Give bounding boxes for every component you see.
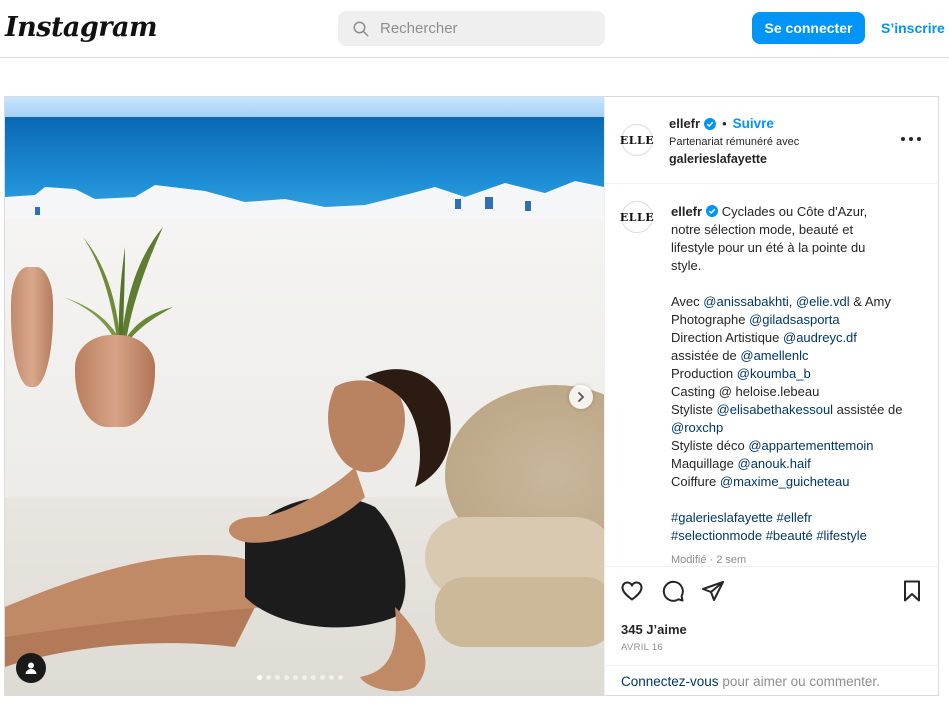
chevron-right-icon	[578, 392, 585, 402]
caption-line: style.	[671, 258, 702, 273]
signup-link[interactable]: S’inscrire	[881, 20, 945, 36]
caption-text-part: Avec	[671, 294, 704, 309]
verified-badge-icon	[704, 117, 717, 130]
caption-text-part: & Amy	[849, 294, 891, 309]
carousel-dot	[302, 675, 307, 680]
user-tag-icon	[25, 662, 37, 674]
caption-text-part: Styliste déco	[671, 438, 749, 453]
carousel-dot	[275, 675, 280, 680]
caption-text-part: assistée de	[833, 402, 903, 417]
login-button[interactable]: Se connecter	[752, 12, 865, 44]
next-image-button[interactable]	[569, 385, 593, 409]
share-button[interactable]	[700, 579, 726, 605]
post-header: ELLE ellefr • Suivre Partenariat rémunér…	[605, 97, 939, 184]
carousel-dot	[338, 675, 343, 680]
carousel-dot	[284, 675, 289, 680]
like-button[interactable]	[619, 579, 645, 605]
caption-text-part: Direction Artistique	[671, 330, 783, 345]
avatar[interactable]: ELLE	[620, 201, 654, 233]
search-icon	[353, 21, 369, 36]
top-navigation: Instagram Se connecter S’inscrire	[0, 0, 949, 58]
likes-count[interactable]: 345 J’aime	[621, 622, 687, 637]
caption-text-part: Styliste	[671, 402, 717, 417]
carousel-dot	[320, 675, 325, 680]
caption-text-part: Coiffure	[671, 474, 720, 489]
instagram-logo[interactable]: Instagram	[5, 12, 158, 43]
mention-link[interactable]: @roxchp	[671, 420, 723, 435]
image-village	[5, 181, 604, 222]
caption-line: Cyclades ou Côte d'Azur,	[718, 204, 868, 219]
hashtag-link[interactable]: #beauté	[766, 528, 813, 543]
modified-timestamp: Modifié · 2 sem	[671, 554, 747, 565]
mention-link[interactable]: @elisabethakessoul	[717, 402, 834, 417]
comment-icon	[662, 580, 684, 602]
hashtag-link[interactable]: #selectionmode	[671, 528, 762, 543]
carousel-dot	[293, 675, 298, 680]
verified-badge-icon	[706, 205, 719, 217]
image-model	[5, 369, 451, 692]
post-side-panel: ELLE ellefr • Suivre Partenariat rémunér…	[604, 97, 939, 695]
carousel-dot	[266, 675, 271, 680]
caption-username[interactable]: ellefr	[671, 204, 702, 219]
post-date: AVRIL 16	[621, 642, 664, 653]
search-box[interactable]	[338, 11, 605, 46]
post-actions	[605, 566, 939, 616]
caption-text-part: Maquillage	[671, 456, 738, 471]
author-username[interactable]: ellefr	[669, 116, 700, 131]
partner-username[interactable]: galerieslafayette	[669, 152, 767, 166]
caption-text: ellefr Cyclades ou Côte d'Azur, notre sé…	[671, 203, 926, 565]
carousel-indicator	[257, 675, 343, 680]
user-tags-button[interactable]	[16, 653, 46, 683]
mention-link[interactable]: @elie.vdl	[796, 294, 850, 309]
comment-button[interactable]	[660, 579, 686, 605]
mention-link[interactable]: @audreyc.df	[783, 330, 857, 345]
caption-text-part: Photographe	[671, 312, 750, 327]
post-image[interactable]	[5, 97, 604, 695]
caption-text-part: ,	[788, 294, 796, 309]
author-line: ellefr • Suivre	[669, 116, 774, 131]
carousel-dot	[311, 675, 316, 680]
caption-line: lifestyle pour un été à la pointe du	[671, 240, 866, 255]
hashtag-link[interactable]: #lifestyle	[816, 528, 867, 543]
save-button[interactable]	[899, 579, 925, 605]
follow-button[interactable]: Suivre	[733, 116, 774, 131]
mention-link[interactable]: @amellenlc	[740, 348, 808, 363]
share-icon	[702, 581, 724, 601]
comment-prompt: Connectez-vous pour aimer ou commenter.	[605, 665, 939, 695]
bookmark-icon	[904, 580, 920, 602]
mention-link[interactable]: @koumba_b	[737, 366, 811, 381]
more-options-icon[interactable]	[901, 131, 921, 147]
mention-link[interactable]: @anissabakhti	[703, 294, 788, 309]
mention-link[interactable]: @maxime_guicheteau	[720, 474, 850, 489]
hashtag-link[interactable]: #galerieslafayette	[671, 510, 773, 525]
heart-icon	[621, 581, 643, 601]
caption-text-part: Production	[671, 366, 737, 381]
caption-text-part: assistée de	[671, 348, 741, 363]
comment-prompt-text: pour aimer ou commenter.	[718, 674, 880, 689]
caption-line: notre sélection mode, beauté et	[671, 222, 854, 237]
carousel-dot	[329, 675, 334, 680]
avatar[interactable]: ELLE	[620, 124, 654, 156]
hashtag-link[interactable]: #ellefr	[777, 510, 812, 525]
login-to-comment-link[interactable]: Connectez-vous	[621, 674, 719, 689]
mention-link[interactable]: @appartementtemoin	[748, 438, 873, 453]
caption-line: Casting @ heloise.lebeau	[671, 384, 820, 399]
post-caption: ELLE ellefr Cyclades ou Côte d'Azur, not…	[605, 185, 939, 565]
mention-link[interactable]: @giladsasporta	[749, 312, 840, 327]
paid-partnership-label: Partenariat rémunéré avec	[669, 136, 800, 148]
search-input[interactable]	[380, 20, 580, 37]
post-card: ELLE ellefr • Suivre Partenariat rémunér…	[4, 96, 939, 696]
mention-link[interactable]: @anouk.haif	[738, 456, 811, 471]
separator-dot: •	[722, 116, 727, 131]
carousel-dot	[257, 675, 262, 680]
